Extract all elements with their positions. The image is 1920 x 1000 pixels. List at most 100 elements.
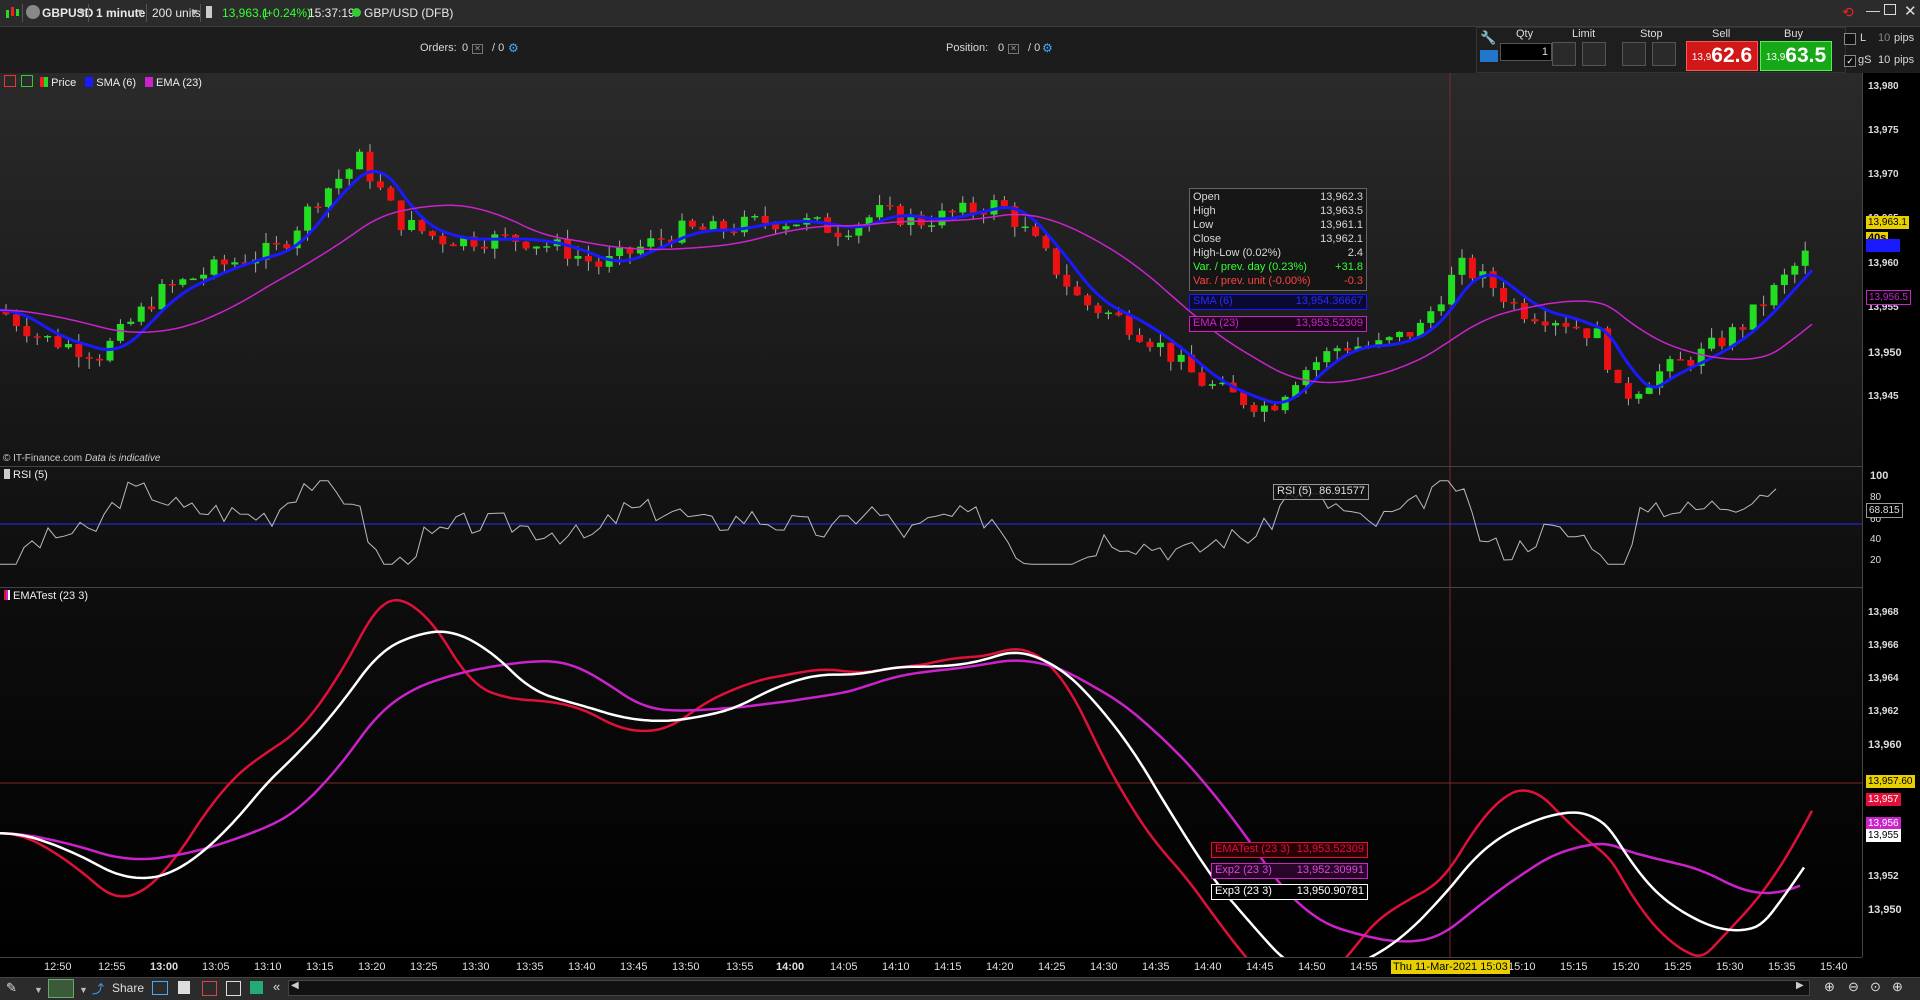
candle-body bbox=[616, 247, 624, 257]
candle-body bbox=[387, 187, 395, 201]
candle-body bbox=[1042, 235, 1050, 249]
chevron-down-icon[interactable]: ▼ bbox=[34, 985, 43, 995]
time-label: 12:55 bbox=[98, 961, 126, 973]
ohlc-info-box: Open 13,962.3 High 13,963.5 Low 13,961.1 Cl… bbox=[1189, 188, 1367, 291]
candle-body bbox=[168, 283, 176, 286]
candle-body bbox=[1666, 359, 1674, 372]
candle-body bbox=[1468, 257, 1476, 279]
candle-body bbox=[1531, 319, 1539, 322]
candle-body bbox=[85, 357, 93, 359]
candle-body bbox=[574, 255, 582, 259]
indicator-icon[interactable] bbox=[48, 979, 74, 998]
candle-body bbox=[356, 151, 364, 170]
info-key: Low bbox=[1193, 219, 1214, 231]
share-icon[interactable]: ⤴ bbox=[92, 980, 104, 997]
axis-label: 13,966 bbox=[1868, 640, 1899, 651]
draw-tool-icon[interactable]: ✎ bbox=[6, 980, 17, 996]
axis-label: 13,968 bbox=[1868, 607, 1899, 618]
zoom-reset-icon[interactable]: ⊙ bbox=[1870, 979, 1881, 995]
axis-label: 13,960 bbox=[1868, 739, 1902, 751]
time-label: 13:20 bbox=[358, 961, 386, 973]
time-label: 15:10 bbox=[1508, 961, 1536, 973]
rsi-tag: 68.815 bbox=[1866, 503, 1903, 518]
cursor-date-label: Thu 11-Mar-2021 15:03 bbox=[1391, 960, 1510, 974]
info-value: -0.3 bbox=[1344, 275, 1363, 287]
time-label: 14:45 bbox=[1246, 961, 1274, 973]
candle-body bbox=[33, 336, 41, 338]
chevron-down-icon[interactable]: ▼ bbox=[79, 985, 88, 995]
excel-icon[interactable] bbox=[250, 981, 263, 994]
candle-body bbox=[1000, 200, 1008, 207]
candle-body bbox=[44, 335, 52, 338]
compare-icon[interactable] bbox=[202, 981, 217, 996]
candle-body bbox=[522, 241, 530, 249]
chart-svg[interactable] bbox=[0, 0, 1920, 999]
info-key: High-Low (0.02%) bbox=[1193, 247, 1282, 259]
candle-body bbox=[1676, 359, 1684, 361]
copy-icon[interactable] bbox=[226, 981, 241, 996]
exp3-line bbox=[0, 630, 1806, 975]
candle-body bbox=[1572, 326, 1580, 329]
candle-body bbox=[699, 226, 707, 230]
info-key: High bbox=[1193, 205, 1216, 217]
candle-body bbox=[54, 335, 62, 348]
scroll-right-arrow[interactable]: ▶ bbox=[1796, 980, 1804, 991]
candle-body bbox=[491, 234, 499, 249]
candle-body bbox=[272, 242, 280, 245]
axis-label: 13,980 bbox=[1868, 81, 1899, 92]
zoom-out-icon[interactable]: ⊖ bbox=[1848, 979, 1859, 995]
candle-body bbox=[595, 261, 603, 267]
candle-body bbox=[876, 205, 884, 218]
horizontal-scrollbar[interactable] bbox=[288, 980, 1810, 996]
axis-label: 80 bbox=[1870, 492, 1882, 503]
sma-line bbox=[0, 170, 1814, 405]
time-label: 15:25 bbox=[1664, 961, 1692, 973]
tooltip-value: 13,952.30991 bbox=[1296, 864, 1364, 876]
candle-body bbox=[1167, 342, 1175, 362]
candle-body bbox=[345, 169, 353, 179]
candle-body bbox=[1593, 328, 1601, 339]
candle-body bbox=[1624, 383, 1632, 399]
sma-tooltip: SMA (6) 13,954.36667 bbox=[1189, 294, 1367, 310]
time-label: 13:15 bbox=[306, 961, 334, 973]
share-button[interactable]: Share bbox=[112, 981, 144, 995]
candle-body bbox=[324, 188, 332, 207]
time-label: 13:00 bbox=[150, 961, 179, 973]
candle-body bbox=[1458, 257, 1466, 275]
time-label: 14:20 bbox=[986, 961, 1014, 973]
candle-body bbox=[532, 246, 540, 249]
candle-body bbox=[116, 323, 124, 341]
candle-body bbox=[647, 238, 655, 247]
scroll-left-arrow[interactable]: ◀ bbox=[291, 980, 299, 991]
candle-body bbox=[1635, 393, 1643, 399]
window-icon[interactable] bbox=[152, 981, 168, 995]
scroll-left-icon[interactable]: « bbox=[273, 979, 280, 994]
candle-body bbox=[1260, 405, 1268, 412]
candle-body bbox=[1302, 370, 1310, 386]
candle-body bbox=[501, 234, 509, 236]
candle-body bbox=[844, 235, 852, 238]
tooltip-value: 13,950.90781 bbox=[1296, 885, 1364, 897]
axis-label: 20 bbox=[1870, 555, 1882, 566]
candle-body bbox=[220, 259, 228, 265]
candle-body bbox=[1052, 248, 1060, 275]
candle-body bbox=[969, 202, 977, 213]
candle-body bbox=[1520, 303, 1528, 320]
calculator-icon[interactable] bbox=[178, 981, 190, 994]
tooltip-value: 13,953.52309 bbox=[1295, 317, 1363, 329]
rsi-tooltip: RSI (5) 86.91577 bbox=[1273, 484, 1369, 500]
time-label: 13:10 bbox=[254, 961, 282, 973]
candle-body bbox=[1156, 342, 1164, 348]
zoom-fit-icon[interactable]: ⊕ bbox=[1824, 979, 1835, 995]
axis-label: 13,945 bbox=[1868, 391, 1899, 402]
candle-body bbox=[1614, 369, 1622, 384]
candle-body bbox=[1333, 348, 1341, 352]
info-value: 13,962.1 bbox=[1320, 233, 1363, 245]
time-axis[interactable]: 12:50 12:55 13:00 13:05 13:10 13:15 13:20 13:25… bbox=[0, 957, 1862, 978]
zoom-in-icon[interactable]: ⊕ bbox=[1892, 979, 1903, 995]
candle-body bbox=[1250, 405, 1258, 412]
candle-body bbox=[1115, 312, 1123, 316]
candle-body bbox=[64, 344, 72, 348]
candle-body bbox=[231, 262, 239, 265]
candle-body bbox=[75, 344, 83, 358]
